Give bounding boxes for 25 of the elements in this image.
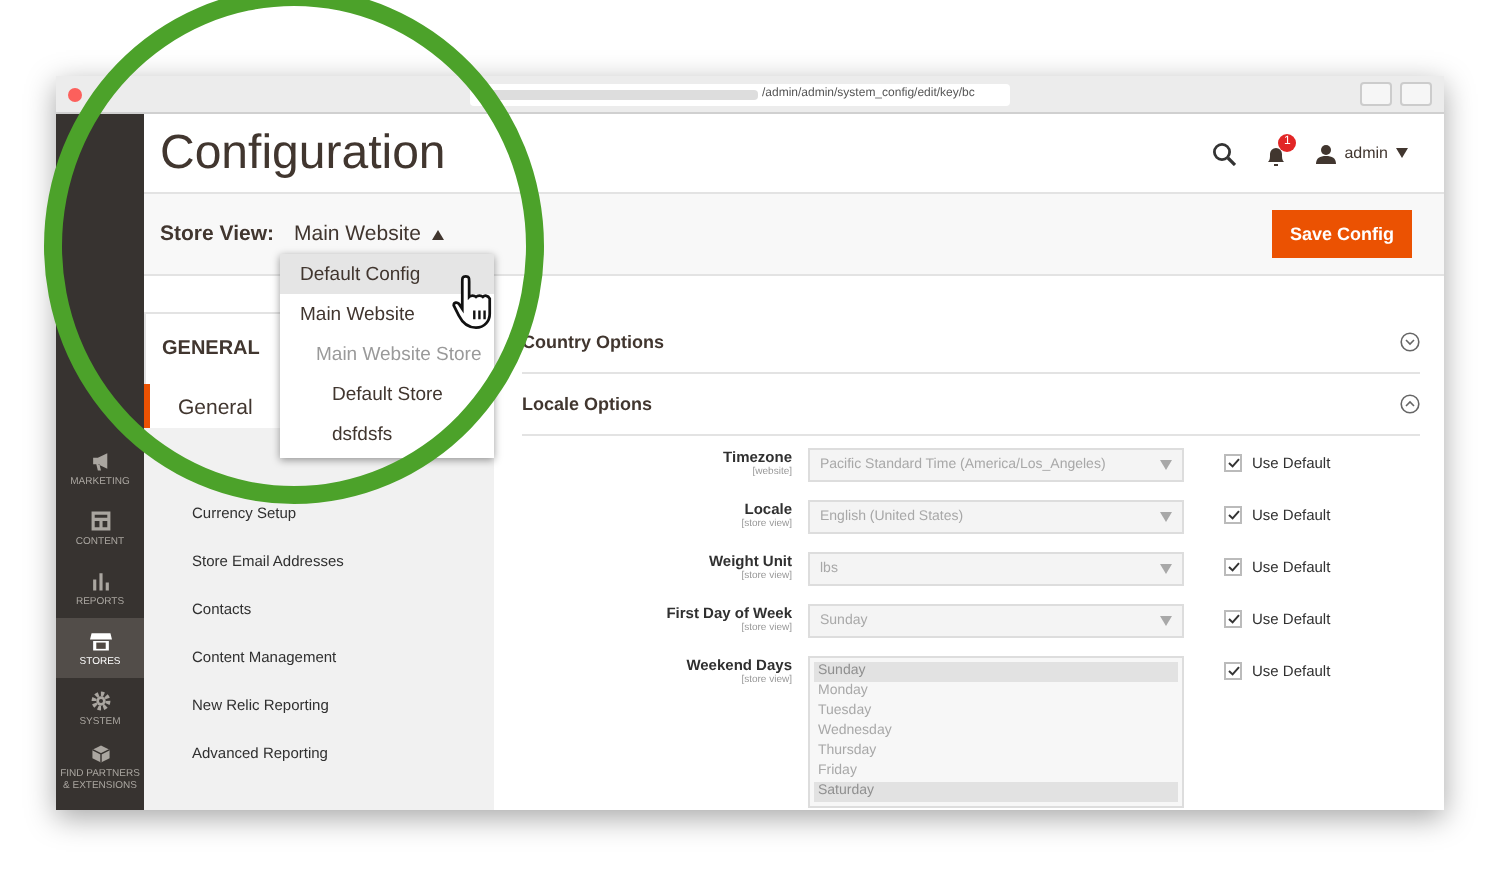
caret-icon	[432, 229, 445, 239]
search-icon[interactable]	[1212, 141, 1237, 165]
save-config-button[interactable]: Save Config	[1271, 210, 1412, 258]
user-menu[interactable]: admin	[1344, 144, 1388, 162]
dropdown-arrow-icon	[1160, 460, 1172, 470]
megaphone-icon	[89, 449, 111, 471]
box-icon	[89, 744, 111, 764]
layout-icon	[89, 509, 111, 531]
dropdown-option[interactable]: Default Config	[280, 254, 494, 294]
user-icon[interactable]	[1316, 143, 1337, 163]
gear-icon	[89, 689, 111, 711]
window-button[interactable]	[68, 87, 82, 101]
store-view-switcher[interactable]: Main Website	[294, 222, 445, 246]
bars-icon	[89, 569, 111, 591]
store-icon	[89, 629, 111, 651]
dropdown-arrow-icon	[1160, 564, 1172, 574]
section-title[interactable]: Locale Options	[522, 394, 653, 414]
chevron-icon[interactable]	[1400, 394, 1420, 414]
chevron-icon[interactable]	[1400, 332, 1420, 352]
bell-icon[interactable]	[1264, 143, 1289, 167]
store-view-label: Store View:	[160, 222, 274, 246]
caret-icon	[1396, 148, 1408, 158]
dropdown-arrow-icon	[1160, 512, 1172, 522]
page-title: Configuration	[160, 125, 446, 181]
dropdown-arrow-icon	[1160, 616, 1172, 626]
